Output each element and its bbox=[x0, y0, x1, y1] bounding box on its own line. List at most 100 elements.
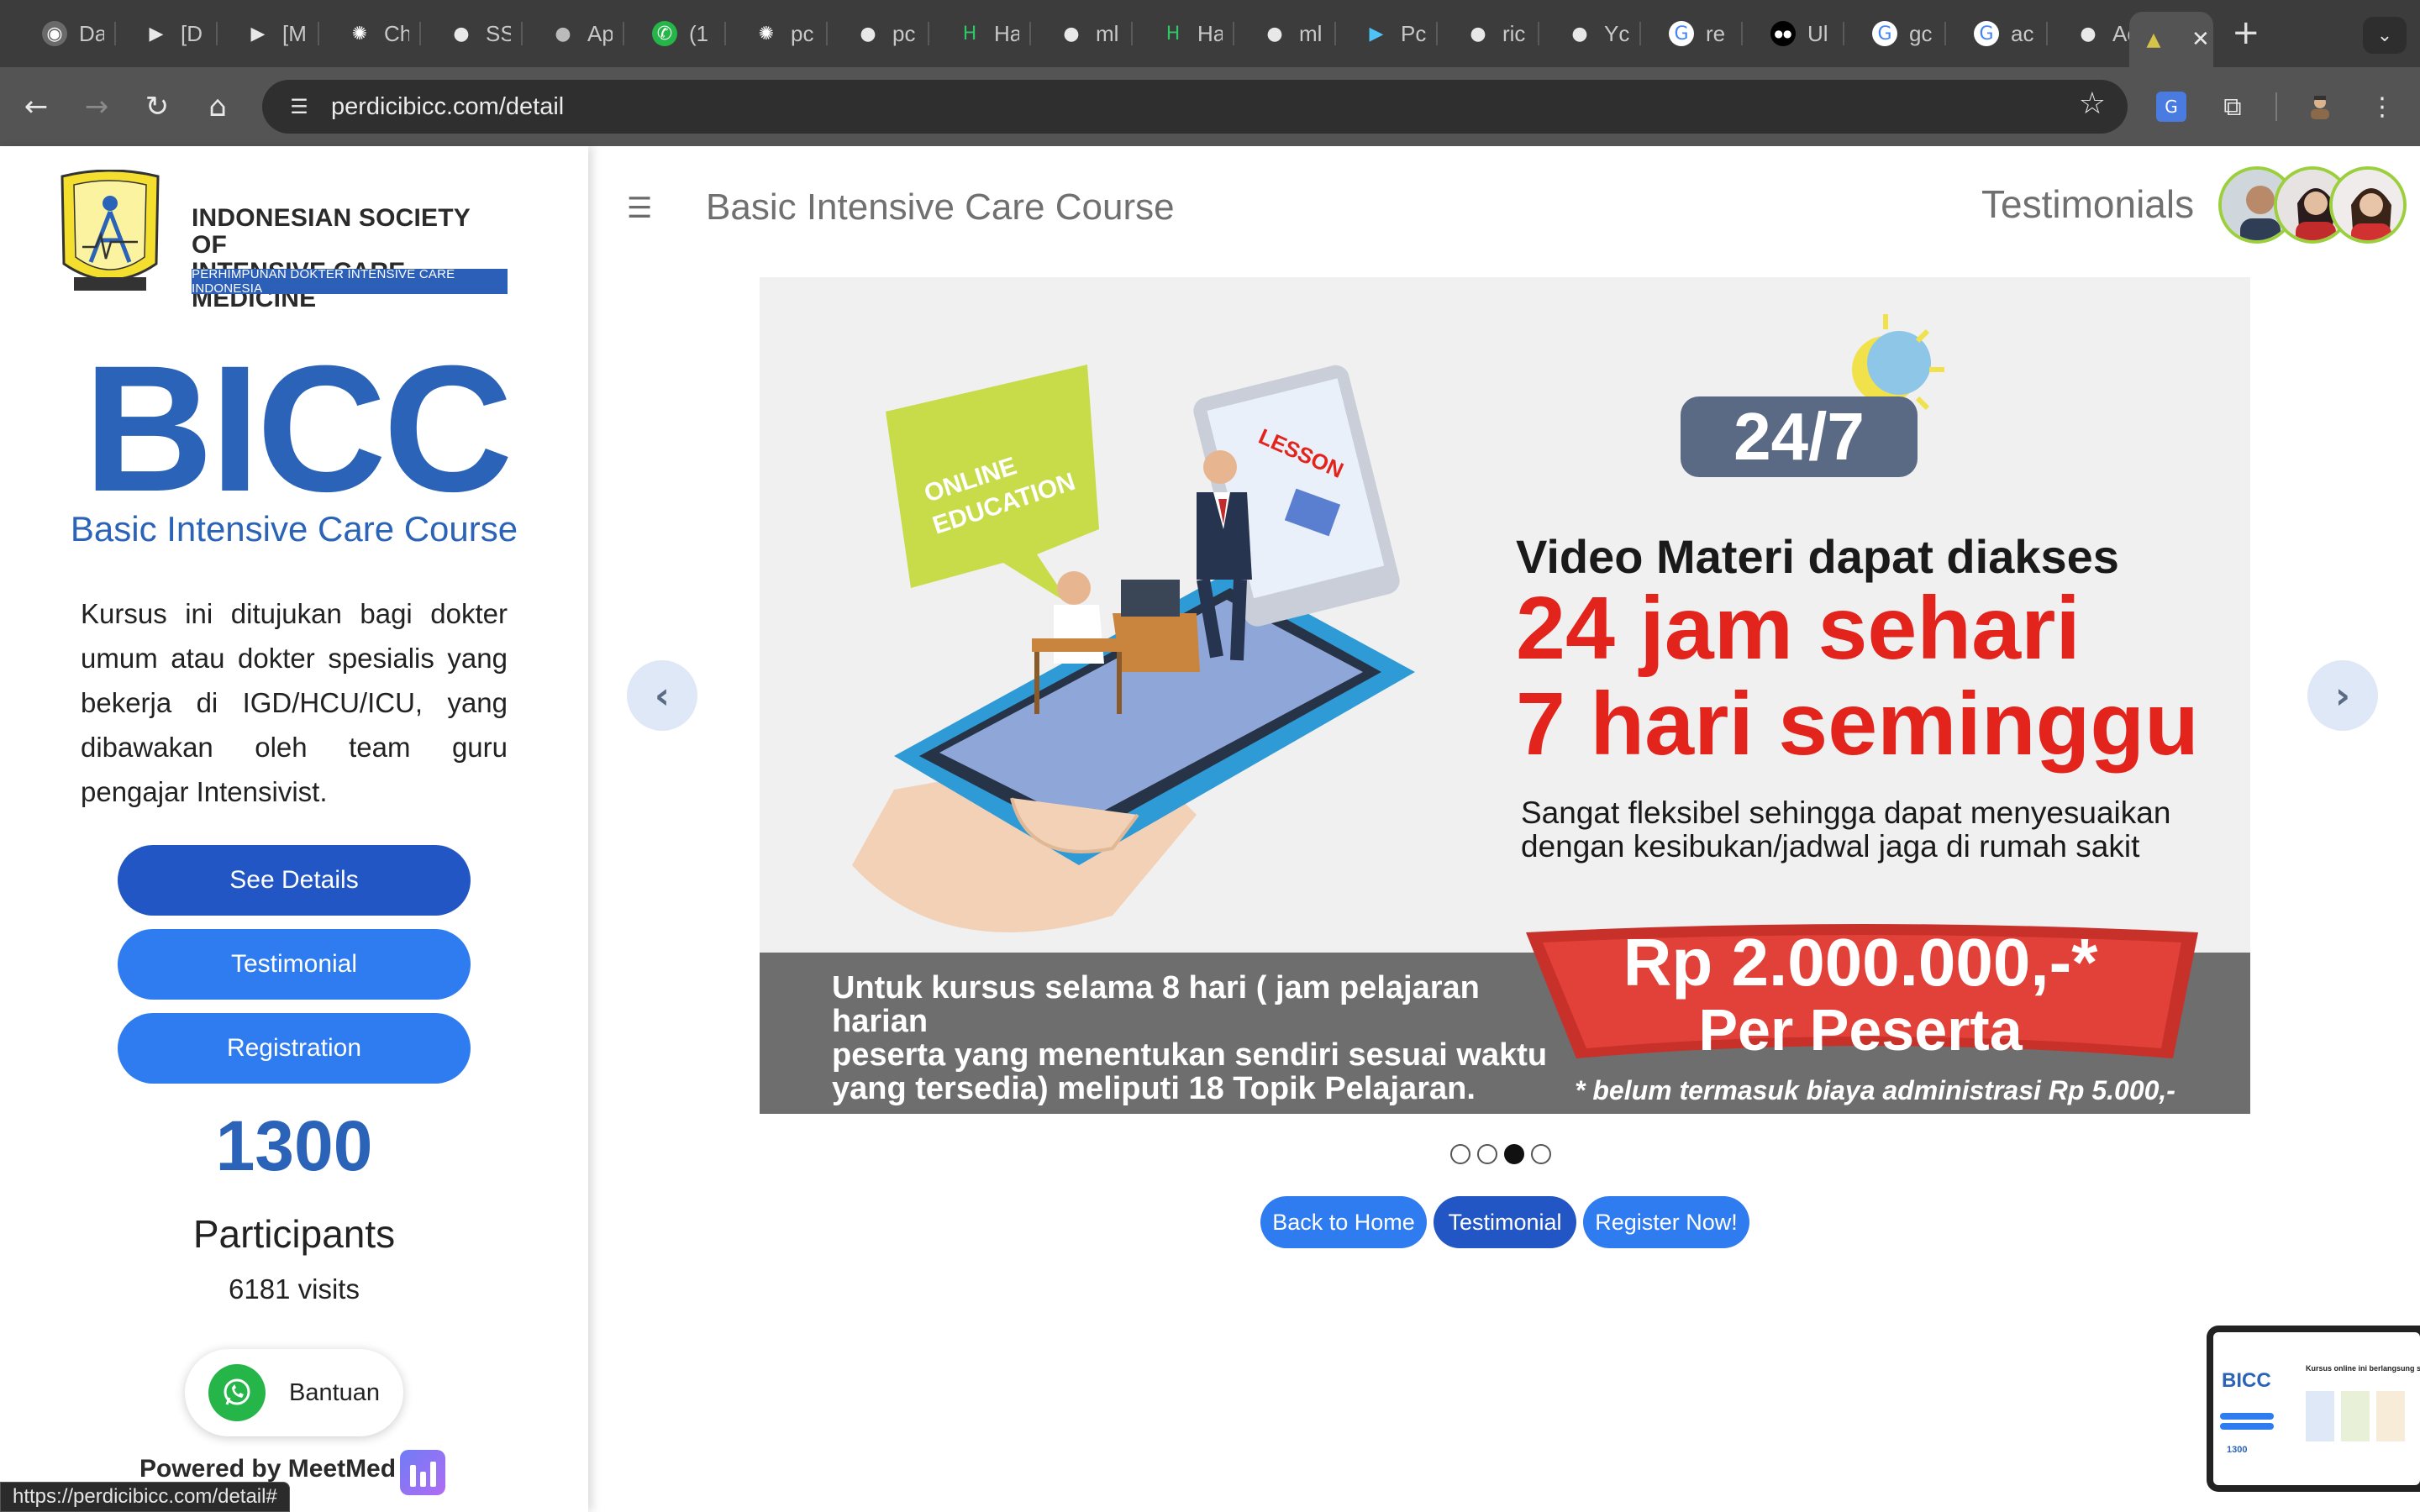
tab-label: pc bbox=[892, 20, 916, 46]
browser-tab[interactable]: ● Ac bbox=[2075, 12, 2149, 55]
tab-separator bbox=[1436, 22, 1438, 45]
sidebar-testimonial-button[interactable]: Testimonial bbox=[118, 929, 471, 1000]
registration-button[interactable]: Registration bbox=[118, 1013, 471, 1084]
carousel-dot[interactable] bbox=[1477, 1144, 1497, 1164]
whatsapp-help-button[interactable]: Bantuan bbox=[185, 1349, 403, 1436]
bicc-favicon-icon: ▲ bbox=[2146, 29, 2161, 50]
browser-tab[interactable]: ● ric bbox=[1465, 12, 1539, 55]
browser-tab[interactable]: Gac bbox=[1974, 12, 2048, 55]
visits-count: 6181 visits bbox=[229, 1273, 360, 1305]
browser-toolbar: ← → ↻ ⌂ ☰ perdicibicc.com/detail ☆ G ⧉ ⋮ bbox=[0, 67, 2420, 146]
extensions-icon[interactable]: ⧉ bbox=[2212, 86, 2254, 128]
tab-label: SS bbox=[486, 20, 511, 46]
testimonial-button[interactable]: Testimonial bbox=[1434, 1196, 1576, 1248]
tab-label: ac bbox=[2011, 20, 2034, 46]
toolbar-divider bbox=[2275, 92, 2277, 121]
bookmark-star-icon[interactable]: ☆ bbox=[2079, 87, 2106, 121]
testimonials-link[interactable]: Testimonials bbox=[1981, 181, 2194, 227]
preview-headline: Kursus online ini berlangsung selama 8 h… bbox=[2306, 1364, 2420, 1373]
site-info-icon[interactable]: ☰ bbox=[279, 87, 319, 127]
whatsapp-icon bbox=[208, 1364, 266, 1421]
url-text[interactable]: perdicibicc.com/detail bbox=[331, 93, 564, 121]
google-icon: G bbox=[1669, 21, 1694, 46]
tab-separator bbox=[928, 22, 929, 45]
banner-bottom-text: Untuk kursus selama 8 hari ( jam pelajar… bbox=[832, 971, 1571, 1105]
github-icon: ● bbox=[1571, 23, 1588, 45]
menu-toggle-icon[interactable]: ☰ bbox=[627, 192, 652, 225]
banner-desc-line1: Sangat fleksibel sehingga dapat menyesua… bbox=[1521, 795, 2171, 830]
translate-icon[interactable]: G bbox=[2156, 92, 2186, 122]
tab-label: [M bbox=[282, 20, 307, 46]
screen-preview-thumbnail[interactable]: BICC Kursus online ini berlangsung selam… bbox=[2207, 1326, 2420, 1492]
tab-separator bbox=[318, 22, 319, 45]
banner-per-participant: Per Peserta bbox=[1698, 997, 2023, 1063]
tab-label: ml bbox=[1299, 20, 1323, 46]
browser-tab[interactable]: Gre bbox=[1669, 12, 1743, 55]
testimonial-avatars[interactable] bbox=[2218, 165, 2412, 249]
browser-tab[interactable]: H Ha bbox=[1160, 12, 1234, 55]
tab-search-button[interactable]: ⌄ bbox=[2363, 17, 2407, 54]
tab-separator bbox=[1131, 22, 1133, 45]
online-education-illustration: ONLINE EDUCATION LESSON bbox=[852, 365, 1415, 932]
banner-badge: 24/7 bbox=[1681, 396, 1918, 477]
close-tab-icon[interactable]: ✕ bbox=[2191, 27, 2210, 52]
browser-tab[interactable]: Ggc bbox=[1872, 12, 1946, 55]
tab-separator bbox=[1029, 22, 1031, 45]
tab-separator bbox=[1944, 22, 1946, 45]
browser-tab[interactable]: ● ml bbox=[1262, 12, 1336, 55]
powered-by-text: Powered by MeetMed bbox=[139, 1455, 397, 1483]
browser-tab[interactable]: ▶ [D bbox=[144, 12, 218, 55]
browser-tab[interactable]: ▶ [M bbox=[245, 12, 319, 55]
tab-separator bbox=[216, 22, 218, 45]
carousel-dot[interactable] bbox=[1504, 1144, 1524, 1164]
browser-tab[interactable]: ✺ Ch bbox=[347, 12, 421, 55]
tab-label: Ha bbox=[1197, 20, 1223, 46]
tab-separator bbox=[521, 22, 523, 45]
github-icon: ● bbox=[860, 23, 876, 45]
browser-tab[interactable]: ●● Ul bbox=[1770, 12, 1844, 55]
address-bar[interactable]: ☰ perdicibicc.com/detail ☆ bbox=[262, 80, 2128, 134]
avatar[interactable] bbox=[2329, 166, 2407, 244]
tab-label: pc bbox=[791, 20, 814, 46]
banner-big-line1: 24 jam sehari bbox=[1516, 579, 2081, 678]
preview-card bbox=[2341, 1391, 2370, 1441]
tab-separator bbox=[1843, 22, 1844, 45]
new-tab-button[interactable]: + bbox=[2232, 13, 2260, 52]
browser-tab[interactable]: ● Ap bbox=[550, 12, 624, 55]
browser-tab[interactable]: ● ml bbox=[1059, 12, 1133, 55]
preview-button bbox=[2220, 1423, 2274, 1430]
carousel-prev-button[interactable]: ‹ bbox=[627, 660, 697, 731]
carousel-dot[interactable] bbox=[1450, 1144, 1470, 1164]
browser-tab-strip: ◉ Da ▶ [D ▶ [M ✺ Ch ● SS ● Ap ✆ (1 ✺ pc ● pc H Ha ● ml H Ha ● ml ▶… bbox=[0, 0, 2420, 67]
tab-separator bbox=[1233, 22, 1234, 45]
banner-desc-line2: dengan kesibukan/jadwal jaga di rumah sa… bbox=[1521, 829, 2140, 864]
profile-avatar-icon[interactable] bbox=[2299, 86, 2341, 128]
home-button[interactable]: ⌂ bbox=[195, 84, 240, 129]
see-details-button[interactable]: See Details bbox=[118, 845, 471, 916]
carousel-next-button[interactable]: › bbox=[2307, 660, 2378, 731]
banner-bottom-line3: yang tersedia) meliputi 18 Topik Pelajar… bbox=[832, 1071, 1476, 1106]
browser-tab[interactable]: ◉ Da bbox=[42, 12, 116, 55]
browser-tab[interactable]: ● Yc bbox=[1567, 12, 1641, 55]
banner-bottom-line2: peserta yang menentukan sendiri sesuai w… bbox=[832, 1037, 1548, 1073]
browser-menu-icon[interactable]: ⋮ bbox=[2361, 86, 2403, 128]
browser-tab[interactable]: ▶ Pc bbox=[1364, 12, 1438, 55]
org-name: INDONESIAN SOCIETY OF INTENSIVE CARE MED… bbox=[192, 205, 511, 312]
browser-tab[interactable]: ● pc bbox=[855, 12, 929, 55]
active-tab[interactable]: ▲ ✕ bbox=[2129, 12, 2213, 67]
register-now-button[interactable]: Register Now! bbox=[1583, 1196, 1749, 1248]
banner-heading: Video Materi dapat diakses bbox=[1516, 530, 2119, 583]
reload-button[interactable]: ↻ bbox=[134, 84, 180, 129]
carousel-indicators bbox=[1450, 1144, 1551, 1164]
browser-tab[interactable]: ✺ pc bbox=[754, 12, 828, 55]
tab-label: (1 bbox=[689, 20, 709, 46]
back-button[interactable]: ← bbox=[13, 84, 59, 129]
github-icon: ● bbox=[453, 23, 470, 45]
sidebar: INDONESIAN SOCIETY OF INTENSIVE CARE MED… bbox=[0, 146, 588, 1512]
forward-button[interactable]: → bbox=[74, 84, 119, 129]
browser-tab[interactable]: ● SS bbox=[449, 12, 523, 55]
browser-tab[interactable]: ✆ (1 bbox=[652, 12, 726, 55]
back-to-home-button[interactable]: Back to Home bbox=[1260, 1196, 1427, 1248]
browser-tab[interactable]: H Ha bbox=[957, 12, 1031, 55]
carousel-dot[interactable] bbox=[1531, 1144, 1551, 1164]
